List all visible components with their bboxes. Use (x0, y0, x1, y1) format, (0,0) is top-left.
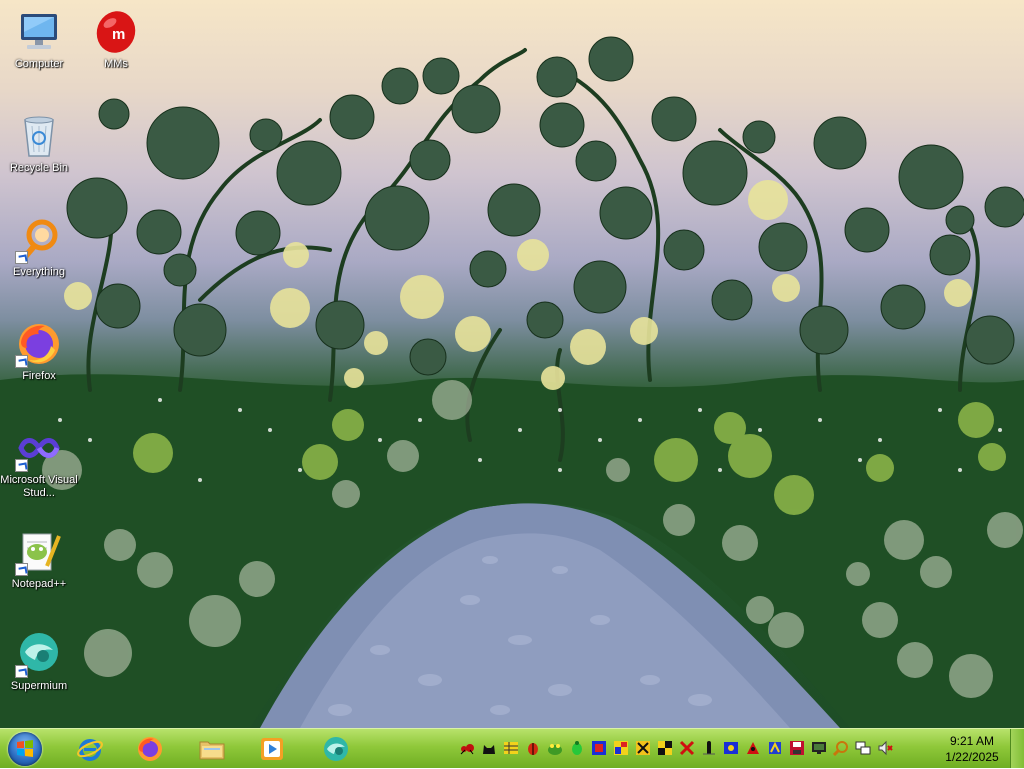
everything-icon (15, 216, 63, 264)
desktop-icon-label: Computer (14, 58, 64, 70)
save-icon[interactable] (789, 740, 805, 756)
desktop-icon-label: Firefox (22, 370, 56, 382)
checker-icon[interactable] (657, 740, 673, 756)
magnifier-icon[interactable] (832, 740, 849, 757)
desktop-icon-computer[interactable]: Computer (0, 8, 78, 71)
taskbar-internet-explorer[interactable] (66, 731, 114, 767)
computer-icon (15, 8, 63, 56)
shortcut-arrow-icon (15, 665, 28, 678)
speaker-muted-icon[interactable] (877, 740, 893, 756)
notepadplusplus-icon (15, 528, 63, 576)
taskbar-supermium[interactable] (312, 731, 360, 767)
firefox-icon (136, 735, 164, 763)
desktop-icon-notepadplusplus[interactable]: Notepad++ (0, 528, 78, 591)
red-bug-icon[interactable] (525, 740, 541, 756)
taskbar-media-player[interactable] (248, 731, 296, 767)
black-cat-icon[interactable] (481, 740, 497, 756)
red-figure-icon[interactable] (745, 740, 761, 756)
mms-icon: m (92, 8, 140, 56)
media-player-icon (258, 735, 286, 763)
frog-icon[interactable] (547, 740, 563, 756)
show-desktop-button[interactable] (1010, 729, 1024, 768)
desktop-icon-label: Everything (13, 266, 65, 278)
red-x-icon[interactable] (679, 740, 695, 756)
windows-start-icon[interactable] (8, 732, 42, 766)
wallpaper-art (0, 36, 1024, 728)
shortcut-arrow-icon (15, 563, 28, 576)
firefox-icon (15, 320, 63, 368)
desktop-icon-label: Notepad++ (11, 578, 67, 590)
supermium-icon (15, 630, 63, 678)
visual-studio-icon (15, 424, 63, 472)
blue-figure2-icon[interactable] (767, 740, 783, 756)
taskbar-file-explorer[interactable] (188, 731, 236, 767)
shortcut-arrow-icon (15, 459, 28, 472)
green-bug-icon[interactable] (569, 740, 585, 756)
desktop-icon-visual-studio[interactable]: Microsoft Visual Stud... (0, 424, 78, 500)
desktop-icon-mms[interactable]: m MMs (77, 8, 155, 71)
svg-text:m: m (112, 26, 125, 43)
desktop-icon-label: Recycle Bin (9, 162, 69, 174)
blue-figure-icon[interactable] (723, 740, 739, 756)
internet-explorer-icon (76, 735, 104, 763)
clock-time[interactable]: 9:21 AM (932, 734, 1012, 748)
shortcut-arrow-icon (15, 355, 28, 368)
black-figure-icon[interactable] (701, 740, 717, 756)
desktop-icon-supermium[interactable]: Supermium (0, 630, 78, 693)
red-ant-icon[interactable] (459, 740, 475, 756)
desktop-wallpaper (0, 0, 1024, 728)
blue-square-icon[interactable] (591, 740, 607, 756)
desktop-icon-label: Microsoft Visual Stud... (0, 474, 78, 499)
recycle-bin-icon (15, 112, 63, 160)
color-square-icon[interactable] (613, 740, 629, 756)
desktop-icon-everything[interactable]: Everything (0, 216, 78, 279)
desktop-icon-firefox[interactable]: Firefox (0, 320, 78, 383)
network-icon[interactable] (855, 740, 871, 756)
taskbar: 9:21 AM 1/22/2025 (0, 728, 1024, 768)
yellow-pattern-icon[interactable] (635, 740, 651, 756)
yellow-grid-icon[interactable] (503, 740, 519, 756)
taskbar-firefox[interactable] (126, 731, 174, 767)
desktop-icon-label: MMs (104, 58, 128, 70)
supermium-icon (322, 735, 350, 763)
monitor-icon[interactable] (811, 740, 827, 756)
clock-date[interactable]: 1/22/2025 (932, 750, 1012, 764)
shortcut-arrow-icon (15, 251, 28, 264)
folder-icon (198, 735, 226, 763)
desktop-icon-label: Supermium (10, 680, 68, 692)
desktop-icon-recycle-bin[interactable]: Recycle Bin (0, 112, 78, 175)
